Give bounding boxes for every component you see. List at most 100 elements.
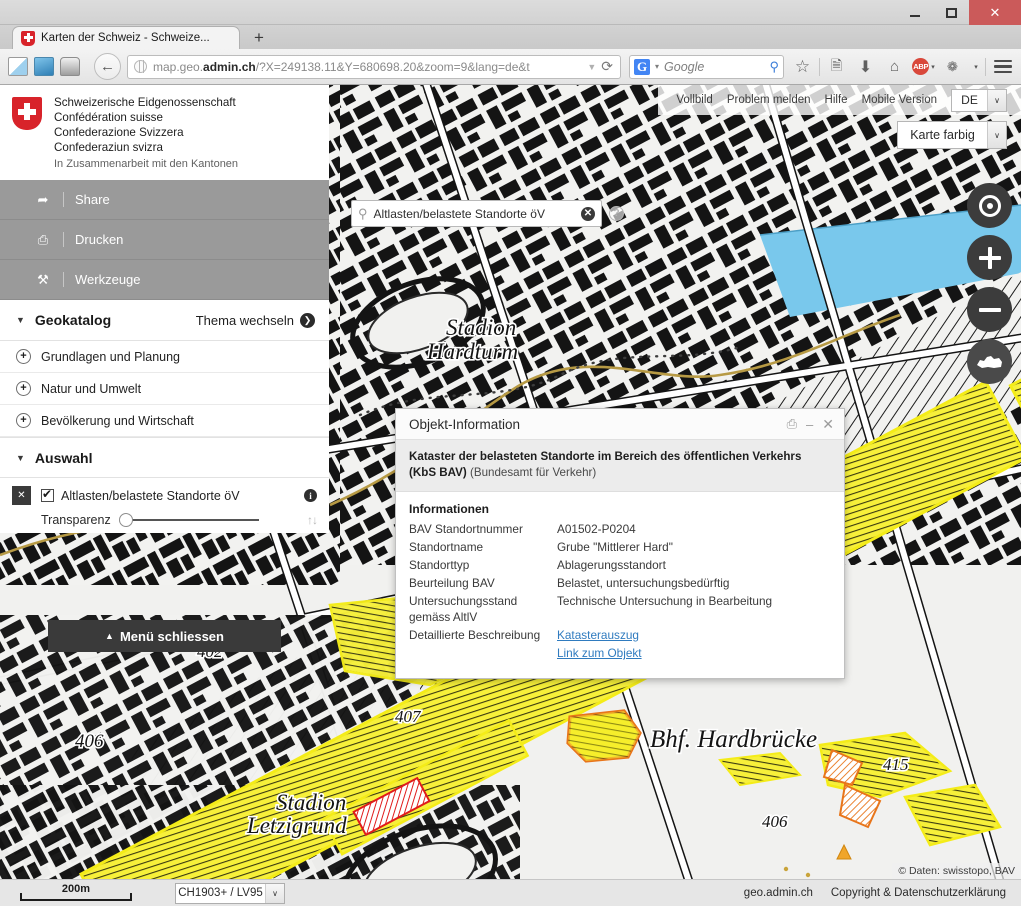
url-text: map.geo.admin.ch/?X=249138.11&Y=680698.2… <box>153 60 530 74</box>
zoom-in-button[interactable] <box>967 235 1012 280</box>
language-select[interactable]: DE ∨ <box>951 89 1007 112</box>
map-label: 407 <box>395 707 422 726</box>
table-row: BAV Standortnummer A01502-P0204 <box>409 520 831 538</box>
category-grundlagen-und-planung[interactable]: + Grundlagen und Planung <box>0 341 329 373</box>
table-row: Standorttyp Ablagerungsstandort <box>409 556 831 574</box>
window-close-button[interactable]: ✕ <box>969 0 1021 25</box>
app-icon-1-icon[interactable] <box>8 57 28 76</box>
link-problem-melden[interactable]: Problem melden <box>727 94 811 106</box>
adblock-icon[interactable]: ABP ▾ <box>909 53 938 81</box>
url-dropdown-icon[interactable]: ▼ <box>582 62 601 72</box>
downloads-icon[interactable]: ⬇ <box>851 53 880 81</box>
layer-order-arrows-icon[interactable]: ↑↓ <box>307 513 317 527</box>
category-label: Bevölkerung und Wirtschaft <box>41 414 194 428</box>
layer-info-icon[interactable]: i <box>304 489 317 502</box>
dialog-title: Objekt-Information <box>409 417 520 432</box>
map-label: Stadion <box>276 790 346 815</box>
selected-layer-row: ✕ Altlasten/belastete Standorte öV i Tra… <box>0 478 329 533</box>
browser-tab-active[interactable]: Karten der Schweiz - Schweize... <box>12 26 240 49</box>
search-help-icon[interactable]: ? <box>609 206 624 221</box>
switch-theme-label: Thema wechseln <box>196 313 294 328</box>
slider-knob[interactable] <box>119 513 133 527</box>
print-icon: ⎙ <box>34 232 52 248</box>
layer-visibility-checkbox[interactable] <box>41 489 54 502</box>
link-hilfe[interactable]: Hilfe <box>825 94 848 106</box>
category-natur-und-umwelt[interactable]: + Natur und Umwelt <box>0 373 329 405</box>
chevron-down-icon: ∨ <box>987 122 1006 148</box>
zoom-to-switzerland-button[interactable] <box>967 339 1012 384</box>
browser-toolbar: ← map.geo.admin.ch/?X=249138.11&Y=680698… <box>0 49 1021 85</box>
minimize-icon[interactable]: – <box>806 417 813 432</box>
object-link[interactable]: Link zum Objekt <box>557 646 642 660</box>
crs-select[interactable]: CH1903+ / LV95 ∨ <box>175 883 285 904</box>
object-information-dialog: Objekt-Information ⎙ – ✕ Kataster der be… <box>395 408 845 679</box>
selection-header[interactable]: ▼ Auswahl <box>0 437 329 478</box>
reading-list-icon[interactable]: 🗎 <box>822 53 851 81</box>
addon-caret-icon[interactable]: ▾ <box>967 53 983 81</box>
footer-copyright-link[interactable]: Copyright & Datenschutzerklärung <box>831 887 1006 899</box>
link-mobile-version[interactable]: Mobile Version <box>862 94 937 106</box>
katasterauszug-link[interactable]: Katasterauszug <box>557 628 639 642</box>
map-viewport[interactable]: StadionHardturmStadionLetzigrundBhf. Har… <box>0 85 1021 906</box>
remove-layer-button[interactable]: ✕ <box>12 486 31 505</box>
adblock-caret-icon[interactable]: ▾ <box>931 63 935 71</box>
clear-search-icon[interactable]: ✕ <box>581 207 595 221</box>
selection-title: Auswahl <box>35 450 93 466</box>
reload-icon[interactable]: ⟳ <box>601 58 616 75</box>
switch-theme-button[interactable]: Thema wechseln ❯ <box>196 313 315 328</box>
plus-icon: + <box>16 381 31 396</box>
browser-search-input[interactable]: G ▾ Google ⚲ <box>629 55 784 79</box>
addon-icon[interactable]: ❁ <box>938 53 967 81</box>
transparency-slider[interactable] <box>119 513 259 527</box>
attribute-value: Belastet, untersuchungsbedürftig <box>557 574 831 592</box>
address-bar[interactable]: map.geo.admin.ch/?X=249138.11&Y=680698.2… <box>127 55 621 79</box>
bookmark-star-icon[interactable]: ☆ <box>788 53 817 81</box>
geocatalog-header[interactable]: ▼ Geokatalog Thema wechseln ❯ <box>0 300 329 341</box>
divider <box>63 192 64 207</box>
window-minimize-button[interactable] <box>897 0 933 25</box>
home-icon[interactable]: ⌂ <box>880 53 909 81</box>
slider-track <box>125 519 259 521</box>
search-magnifier-icon[interactable]: ⚲ <box>769 59 779 75</box>
search-engine-caret-icon[interactable]: ▾ <box>655 62 659 71</box>
window-maximize-button[interactable] <box>933 0 969 25</box>
table-row: Beurteilung BAV Belastet, untersuchungsb… <box>409 574 831 592</box>
divider <box>63 232 64 247</box>
panel-button-share[interactable]: ➦ Share <box>0 180 329 220</box>
new-tab-button[interactable]: + <box>248 28 270 47</box>
panel-button-label: Share <box>75 192 110 207</box>
map-footer: 200m CH1903+ / LV95 ∨ geo.admin.ch Copyr… <box>0 879 1021 906</box>
back-button[interactable]: ← <box>94 53 121 80</box>
attribute-key: Beurteilung BAV <box>409 574 557 592</box>
app-icon-2-icon[interactable] <box>34 57 54 76</box>
menu-icon[interactable] <box>988 53 1017 81</box>
dialog-header[interactable]: Objekt-Information ⎙ – ✕ <box>396 409 844 440</box>
map-search-input[interactable]: ⚲ Altlasten/belastete Standorte öV ✕ <box>351 200 602 227</box>
print-icon[interactable]: ⎙ <box>787 416 797 432</box>
geocatalog-title: Geokatalog <box>35 312 111 328</box>
footer-site-link[interactable]: geo.admin.ch <box>744 887 813 899</box>
attribute-value: Technische Untersuchung in Bearbeitung <box>557 592 831 626</box>
tools-icon: ⚒ <box>34 272 52 288</box>
dialog-layer-title: Kataster der belasteten Standorte im Ber… <box>396 440 844 492</box>
panel-button-print[interactable]: ⎙ Drucken <box>0 220 329 260</box>
crs-value: CH1903+ / LV95 <box>176 887 265 899</box>
panel-button-tools[interactable]: ⚒ Werkzeuge <box>0 260 329 300</box>
link-vollbild[interactable]: Vollbild <box>676 94 712 106</box>
close-menu-button[interactable]: ▲ Menü schliessen <box>48 620 281 652</box>
close-icon[interactable]: ✕ <box>822 416 834 433</box>
category-bevoelkerung-und-wirtschaft[interactable]: + Bevölkerung und Wirtschaft <box>0 405 329 437</box>
geolocate-button[interactable] <box>967 183 1012 228</box>
chevron-up-icon: ▲ <box>105 631 114 641</box>
table-row: Link zum Objekt <box>409 644 831 662</box>
attribute-key: Standortname <box>409 538 557 556</box>
background-layer-select[interactable]: Karte farbig ∨ <box>897 121 1007 149</box>
app-icon-3-icon[interactable] <box>60 57 80 76</box>
plus-icon: + <box>16 413 31 428</box>
category-label: Grundlagen und Planung <box>41 350 180 364</box>
table-row: Detaillierte Beschreibung Katasterauszug <box>409 626 831 644</box>
zoom-out-button[interactable] <box>967 287 1012 332</box>
logo-line-it: Confederazione Svizzera <box>54 125 238 140</box>
map-label: Stadion <box>446 315 516 340</box>
confederation-names: Schweizerische Eidgenossenschaft Confédé… <box>54 95 238 172</box>
